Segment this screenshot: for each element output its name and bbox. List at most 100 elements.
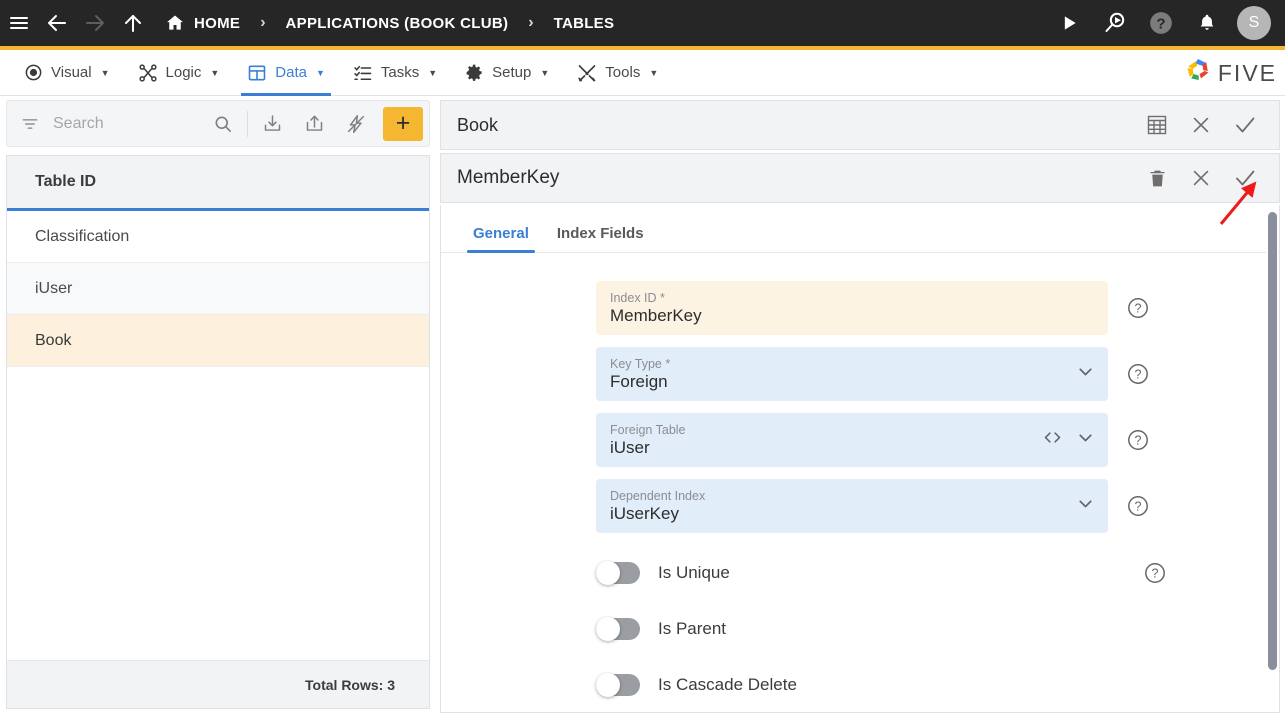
brand-name: FIVE [1217,59,1277,86]
table-row-label: Book [35,331,72,349]
up-arrow-icon[interactable] [114,0,152,46]
add-table-button[interactable]: + [383,106,423,141]
chevron-down-icon: ▼ [428,67,438,78]
index-form-body: General Index Fields Index ID * MemberKe… [440,205,1280,713]
help-icon[interactable]: ? [1126,494,1150,518]
chevron-down-icon: ▼ [315,67,325,78]
menu-item-tools[interactable]: Tools ▼ [563,50,672,96]
vertical-scrollbar[interactable] [1266,206,1278,712]
is-parent-toggle[interactable] [596,617,640,641]
svg-text:?: ? [1135,302,1142,316]
top-navigation-bar: HOME › APPLICATIONS (BOOK CLUB) › TABLES… [0,0,1285,46]
general-form: Index ID * MemberKey ? Key Type * Foreig… [441,253,1279,712]
breadcrumb-item-home[interactable]: HOME [188,0,240,46]
table-row[interactable]: iUser [7,263,429,315]
index-title: MemberKey [457,167,560,188]
help-circle-icon[interactable]: ? [1141,0,1181,46]
tab-general[interactable]: General [459,225,543,253]
toolbar-divider [247,110,248,137]
table-row-label: iUser [35,279,73,297]
breadcrumb-item-tables[interactable]: TABLES [554,0,615,46]
table-row[interactable]: Classification [7,211,429,263]
play-icon[interactable] [1049,0,1089,46]
index-detail-header: MemberKey [440,153,1280,203]
foreign-table-label: Foreign Table [610,422,686,437]
import-icon[interactable] [251,113,293,134]
table-rows: Classification iUser Book [7,211,429,660]
dependent-index-dropdown[interactable]: Dependent Index iUserKey [596,479,1108,533]
foreign-table-dropdown[interactable]: Foreign Table iUser [596,413,1108,467]
menu-label-tools: Tools [605,64,641,81]
export-icon[interactable] [293,113,335,134]
scrollbar-thumb[interactable] [1268,212,1277,670]
form-row-foreign-table: Foreign Table iUser ? [441,413,1279,467]
gear-icon [465,63,484,82]
svg-text:?: ? [1156,15,1165,32]
user-avatar[interactable]: S [1237,6,1271,40]
form-row-key-type: Key Type * Foreign ? [441,347,1279,401]
dependent-index-value: iUserKey [610,503,679,523]
tables-grid: Table ID Classification iUser Book Total… [6,155,430,709]
close-icon[interactable] [1179,100,1223,150]
chevron-down-icon: ▼ [540,67,550,78]
save-check-icon[interactable] [1223,153,1267,203]
is-cascade-delete-toggle[interactable] [596,673,640,697]
foreign-table-icons [1042,413,1096,467]
index-id-field[interactable]: Index ID * MemberKey [596,281,1108,335]
search-icon[interactable] [202,114,244,134]
table-row-selected[interactable]: Book [7,315,429,367]
menu-item-visual[interactable]: Visual ▼ [10,50,124,96]
bell-icon[interactable] [1187,0,1227,46]
five-pinwheel-icon [1183,56,1213,91]
chevron-down-icon[interactable] [1075,427,1096,453]
help-icon[interactable]: ? [1143,561,1167,585]
table-row-label: Classification [35,227,130,245]
is-unique-label: Is Unique [658,563,730,582]
home-icon[interactable] [162,0,188,46]
filter-icon[interactable] [7,114,53,134]
table-view-icon[interactable] [1135,100,1179,150]
code-brackets-icon[interactable] [1042,427,1063,453]
detail-panel: Book MemberKey General Index Fields Inde… [440,100,1280,713]
hamburger-menu-icon[interactable] [0,0,38,46]
svg-text:?: ? [1135,500,1142,514]
help-icon[interactable]: ? [1126,296,1150,320]
delete-icon[interactable] [1135,153,1179,203]
search-play-icon[interactable] [1095,0,1135,46]
table-grid-icon [247,63,267,83]
menu-label-data: Data [275,64,307,81]
chevron-down-icon[interactable] [1075,361,1096,387]
forward-arrow-icon[interactable] [76,0,114,46]
back-arrow-icon[interactable] [38,0,76,46]
chevron-down-icon[interactable] [1075,493,1096,519]
close-icon[interactable] [1179,153,1223,203]
save-check-icon[interactable] [1223,100,1267,150]
chevron-down-icon: ▼ [100,67,110,78]
logic-nodes-icon [138,63,158,83]
application-menu-bar: Visual ▼ Logic ▼ Data ▼ Tasks ▼ Setup ▼ … [0,50,1285,96]
eye-icon [24,63,43,82]
is-unique-toggle[interactable] [596,561,640,585]
key-type-label: Key Type * [610,356,671,371]
menu-label-logic: Logic [165,64,202,81]
index-id-label: Index ID * [610,290,665,305]
breadcrumb-item-applications[interactable]: APPLICATIONS (BOOK CLUB) [286,0,509,46]
tab-index-fields[interactable]: Index Fields [543,225,658,252]
task-list-icon [353,63,373,83]
menu-item-setup[interactable]: Setup ▼ [451,50,563,96]
help-icon[interactable]: ? [1126,362,1150,386]
menu-item-tasks[interactable]: Tasks ▼ [339,50,451,96]
key-type-dropdown[interactable]: Key Type * Foreign [596,347,1108,401]
lightning-icon[interactable] [335,113,377,135]
chevron-down-icon: ▼ [649,67,659,78]
dependent-index-label: Dependent Index [610,488,706,503]
record-header: Book [440,100,1280,150]
search-input[interactable] [53,114,202,133]
form-row-dependent-index: Dependent Index iUserKey ? [441,479,1279,533]
menu-item-logic[interactable]: Logic ▼ [124,50,234,96]
record-title: Book [457,114,499,135]
index-id-value: MemberKey [610,305,702,325]
menu-item-data[interactable]: Data ▼ [233,50,339,96]
column-header-table-id[interactable]: Table ID [7,156,429,211]
help-icon[interactable]: ? [1126,428,1150,452]
